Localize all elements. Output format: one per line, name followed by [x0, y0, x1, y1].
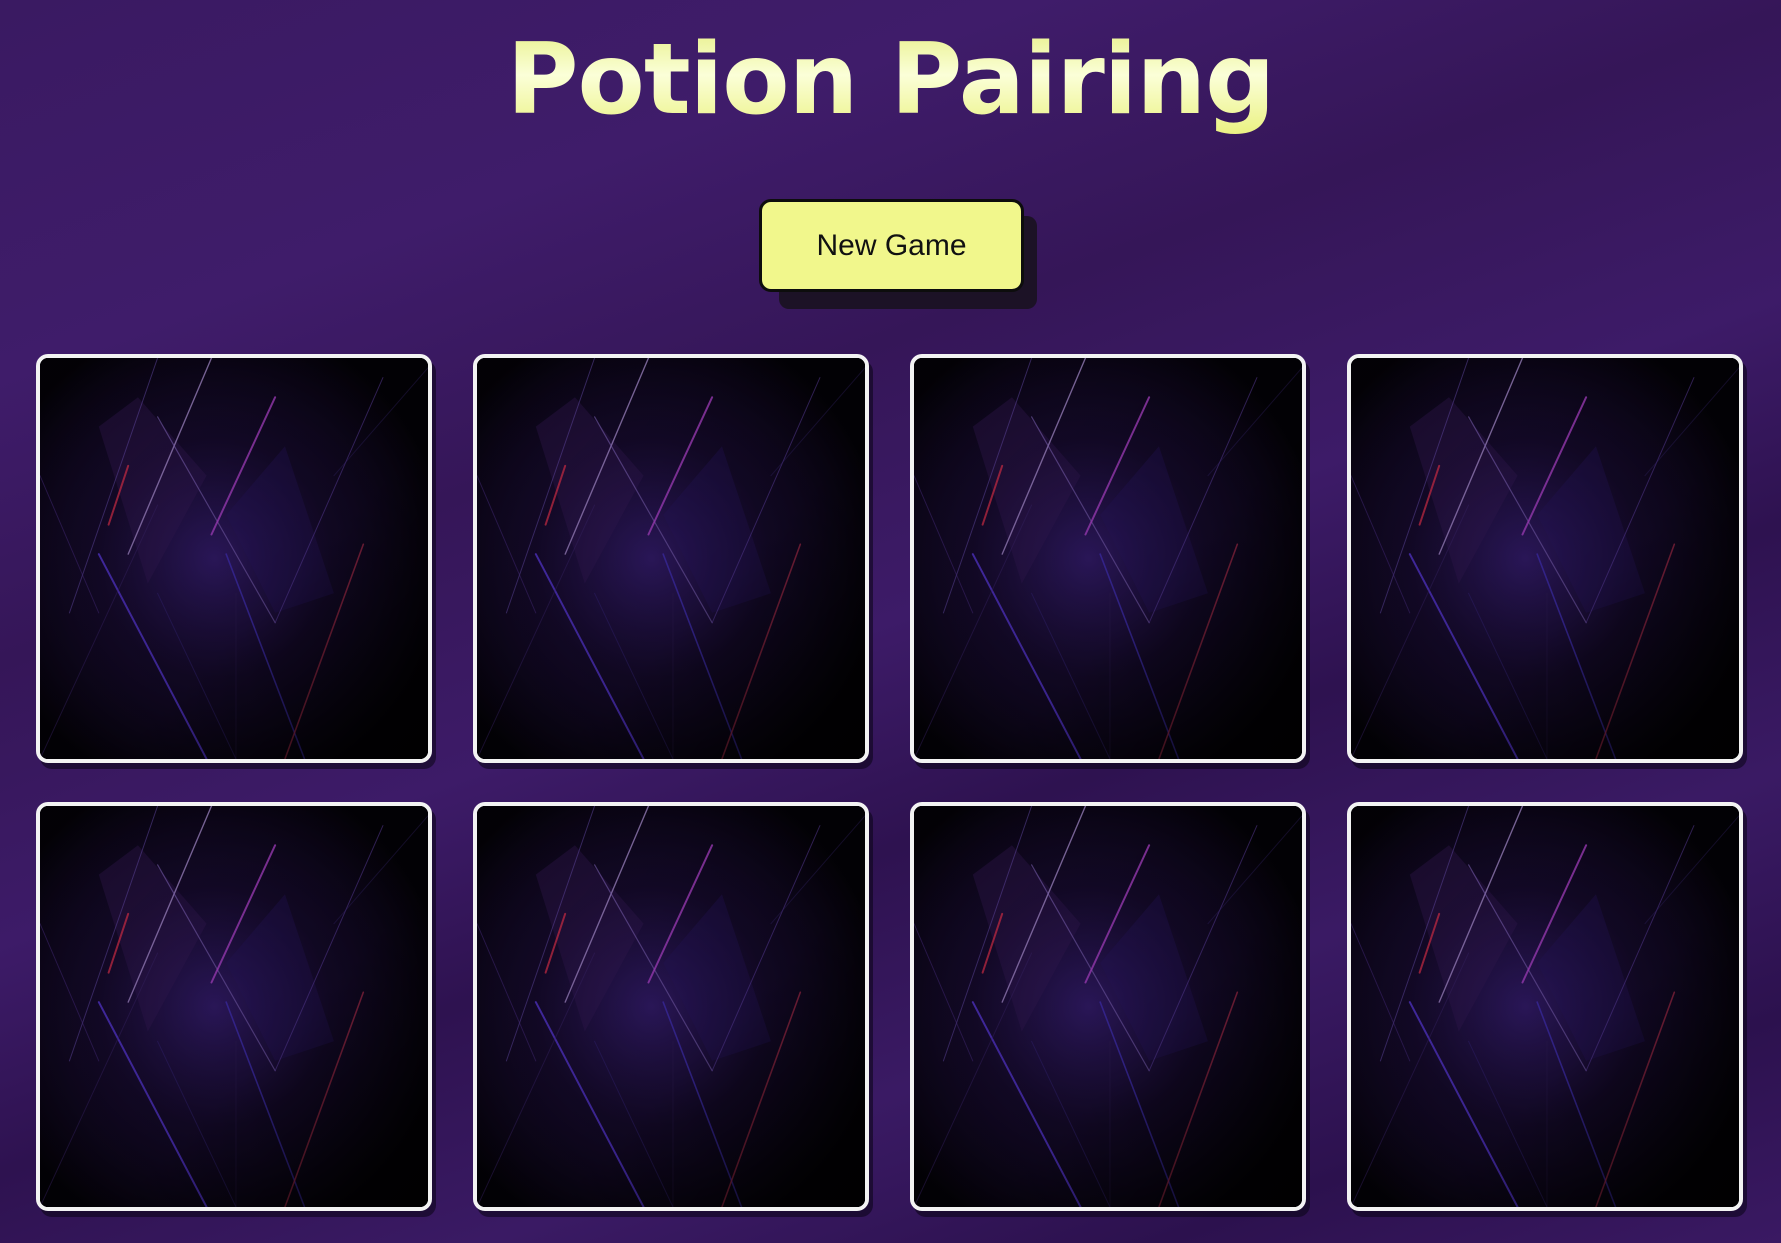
- card-back-pattern: [40, 358, 428, 759]
- memory-card[interactable]: [473, 802, 869, 1211]
- card-back-pattern: [914, 358, 1302, 759]
- card-back-pattern: [477, 358, 865, 759]
- memory-card[interactable]: [1347, 802, 1743, 1211]
- memory-card[interactable]: [36, 802, 432, 1211]
- card-back-pattern: [1351, 806, 1739, 1207]
- card-grid: [36, 354, 1746, 1211]
- card-back-pattern: [1351, 358, 1739, 759]
- memory-card[interactable]: [1347, 354, 1743, 763]
- memory-card[interactable]: [910, 802, 1306, 1211]
- card-back-pattern: [40, 806, 428, 1207]
- memory-card[interactable]: [36, 354, 432, 763]
- memory-card[interactable]: [473, 354, 869, 763]
- card-back-pattern: [477, 806, 865, 1207]
- new-game-button[interactable]: New Game: [759, 199, 1024, 292]
- card-back-pattern: [914, 806, 1302, 1207]
- new-game-wrapper: New Game: [759, 199, 1037, 309]
- memory-card[interactable]: [910, 354, 1306, 763]
- game-title: Potion Pairing: [0, 22, 1781, 140]
